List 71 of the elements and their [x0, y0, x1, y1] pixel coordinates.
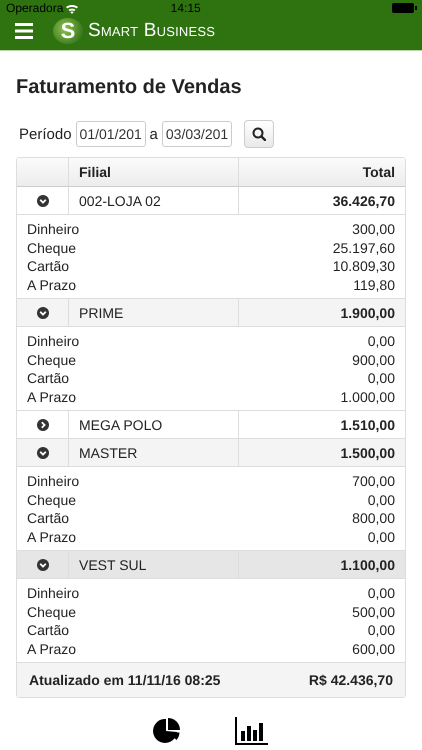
- payment-value: 1.000,00: [340, 388, 395, 406]
- collapse-icon[interactable]: [36, 194, 48, 206]
- status-time: 14:15: [170, 1, 201, 15]
- payment-label: A Prazo: [27, 640, 76, 658]
- payment-label: Cheque: [27, 350, 76, 369]
- page-title: Faturamento de Vendas: [16, 76, 243, 99]
- payment-value: 500,00: [352, 602, 395, 621]
- menu-icon[interactable]: [15, 23, 33, 39]
- updated-text: Atualizado em 11/11/16 08:25: [29, 672, 220, 688]
- column-header: Filial: [68, 158, 238, 186]
- branch-row[interactable]: PRIME 1.900,00: [17, 299, 405, 327]
- branch-name: MEGA POLO: [68, 411, 238, 438]
- payment-value: 300,00: [352, 220, 395, 238]
- branch-total: 1.510,00: [238, 411, 405, 438]
- payment-value: 900,00: [352, 350, 395, 369]
- payment-label: Dinheiro: [27, 220, 80, 238]
- logo-letter: S: [60, 18, 76, 44]
- grand-total: R$ 42.436,70: [308, 672, 393, 688]
- payment-label: Cartão: [27, 621, 70, 640]
- payment-value: 0,00: [368, 621, 395, 640]
- payment-label: Cheque: [27, 238, 76, 257]
- branch-name: 002-LOJA 02: [68, 187, 238, 214]
- payment-value: 0,00: [368, 332, 395, 350]
- payment-label: Cheque: [27, 602, 76, 621]
- column-header: Total: [238, 158, 405, 186]
- collapse-icon[interactable]: [36, 446, 48, 458]
- start-date-field[interactable]: 01/01/201: [76, 121, 146, 147]
- collapse-icon[interactable]: [36, 306, 48, 318]
- pie-chart-icon[interactable]: [153, 717, 181, 745]
- payment-label: Dinheiro: [27, 332, 80, 350]
- payment-label: A Prazo: [27, 528, 76, 546]
- payment-label: Dinheiro: [27, 472, 80, 490]
- branch-row[interactable]: MASTER 1.500,00: [17, 439, 405, 467]
- payment-label: Cheque: [27, 490, 76, 509]
- brand-name: Smart Business: [88, 20, 216, 42]
- branch-name: VEST SUL: [68, 551, 238, 578]
- payment-value: 25.197,60: [332, 238, 395, 257]
- payment-value: 0,00: [368, 584, 395, 602]
- payment-value: 119,80: [353, 276, 395, 294]
- branch-total: 1.500,00: [238, 439, 405, 466]
- branch-row[interactable]: VEST SUL 1.100,00: [17, 551, 405, 579]
- branch-total: 1.100,00: [238, 551, 405, 578]
- payment-value: 0,00: [368, 490, 395, 509]
- branch-total: 36.426,70: [238, 187, 405, 214]
- bar-chart-icon[interactable]: [235, 717, 269, 745]
- period-separator: a: [150, 126, 158, 142]
- payment-label: Cartão: [27, 509, 70, 528]
- payment-value: 700,00: [352, 472, 395, 490]
- branch-name: MASTER: [68, 439, 238, 466]
- payment-value: 10.809,30: [332, 257, 395, 276]
- carrier-name: Operadora: [6, 2, 64, 14]
- payment-value: 800,00: [352, 509, 395, 528]
- search-button[interactable]: [244, 120, 274, 148]
- branch-row[interactable]: 002-LOJA 02 36.426,70: [17, 187, 405, 215]
- search-icon: [252, 127, 266, 141]
- payment-label: Cartão: [27, 369, 70, 388]
- payment-value: 600,00: [352, 640, 395, 658]
- payment-label: A Prazo: [27, 276, 76, 294]
- expand-icon[interactable]: [36, 418, 48, 430]
- payment-label: Dinheiro: [27, 584, 80, 602]
- end-date-field[interactable]: 03/03/201: [162, 121, 232, 147]
- payment-label: A Prazo: [27, 388, 76, 406]
- payment-value: 0,00: [368, 528, 395, 546]
- payment-label: Cartão: [27, 257, 70, 276]
- collapse-icon[interactable]: [36, 558, 48, 570]
- wifi-icon: [65, 2, 80, 14]
- period-label: Período: [19, 126, 72, 142]
- branch-name: PRIME: [68, 299, 238, 326]
- branch-total: 1.900,00: [238, 299, 405, 326]
- battery-icon: [392, 3, 417, 13]
- payment-value: 0,00: [368, 369, 395, 388]
